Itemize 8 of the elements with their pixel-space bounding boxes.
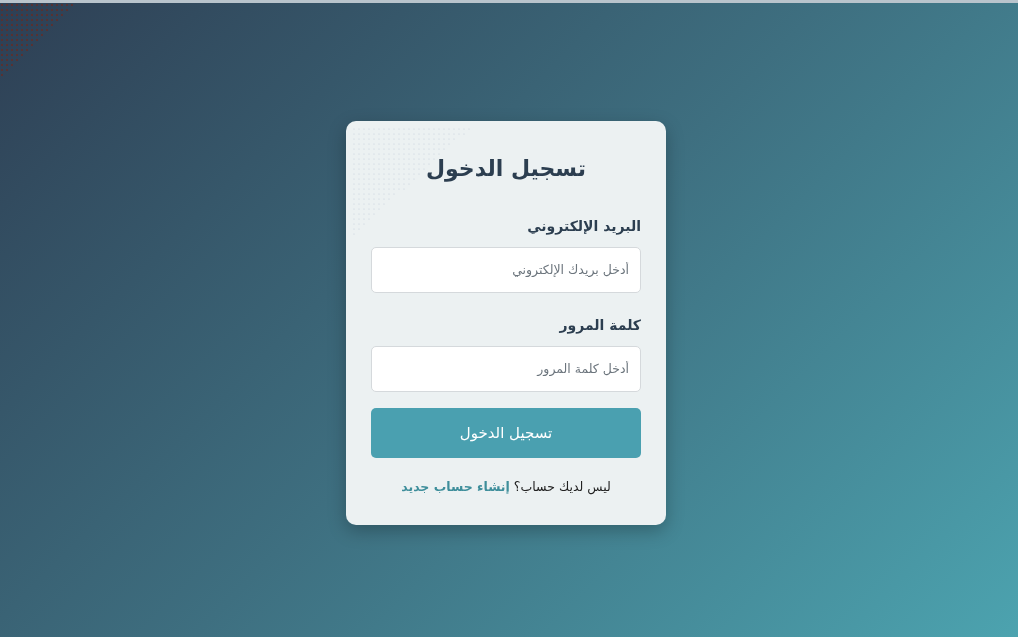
- signup-link[interactable]: إنشاء حساب جديد: [401, 478, 510, 494]
- signup-prompt: ليس لديك حساب؟ إنشاء حساب جديد: [400, 477, 612, 497]
- field-label: البريد الإلكتروني: [526, 216, 641, 237]
- input-field[interactable]: أدخل بريدك الإلكتروني: [371, 246, 641, 293]
- input-field[interactable]: أدخل كلمة المرور: [371, 345, 641, 392]
- field-label: كلمة المرور: [558, 315, 641, 336]
- form-title: تسجيل الدخول: [425, 155, 587, 184]
- login-button[interactable]: تسجيل الدخول: [371, 407, 641, 458]
